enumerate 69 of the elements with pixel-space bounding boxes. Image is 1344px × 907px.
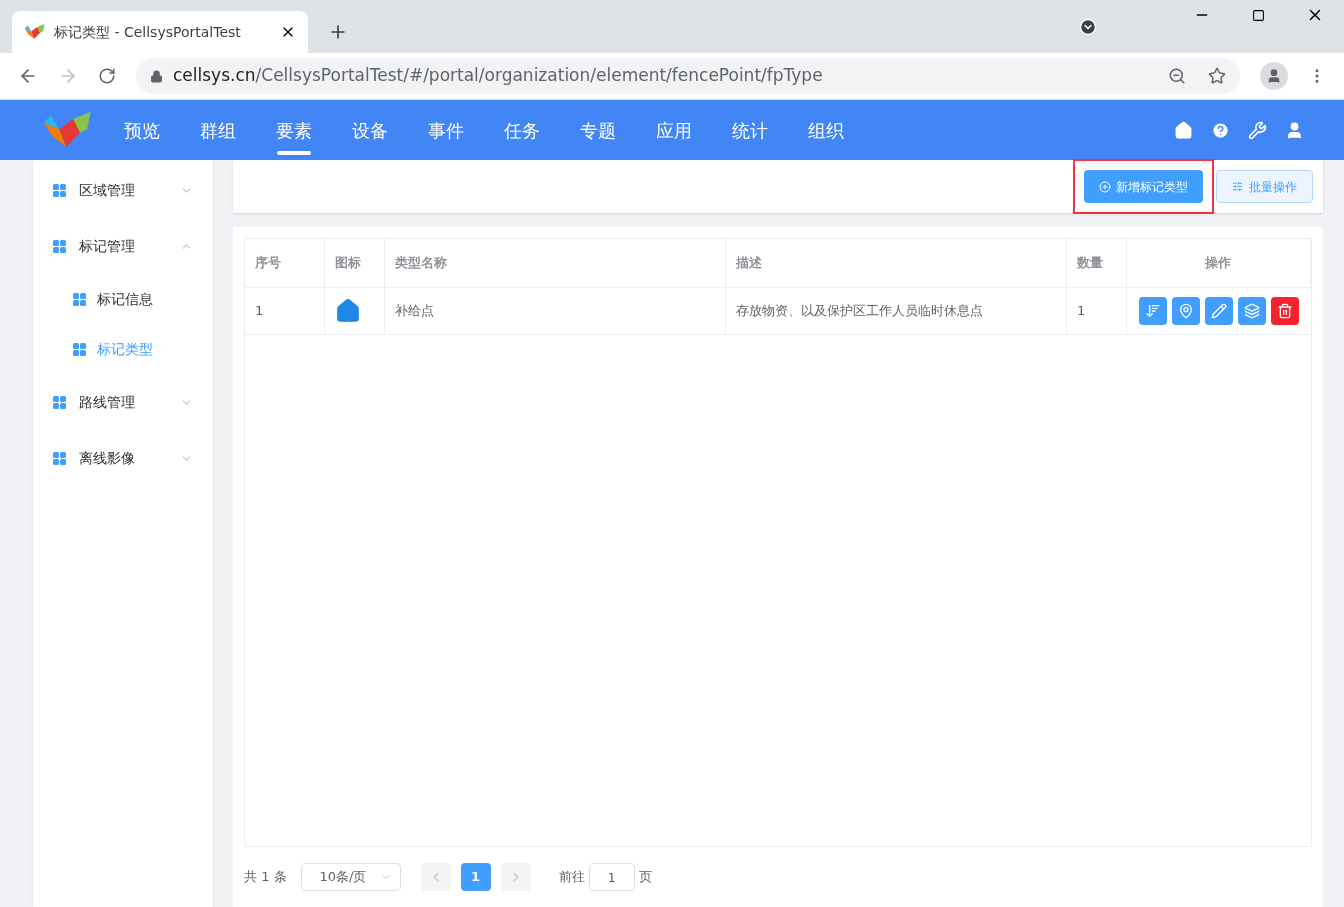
grid-icon (73, 292, 86, 306)
column-header: 序号 (245, 239, 325, 287)
sidebar-item[interactable]: 路线管理 (33, 374, 213, 430)
page-size-select[interactable]: 10条/页 (300, 863, 401, 891)
nav-tab[interactable]: 组织 (788, 100, 864, 160)
goto-page-input[interactable]: 1 (588, 863, 635, 891)
sidebar-item[interactable]: 区域管理 (33, 162, 213, 218)
column-header: 数量 (1066, 239, 1127, 287)
layers-icon (1243, 302, 1260, 319)
table-cell: 1 (1066, 287, 1127, 334)
nav-tab[interactable]: 任务 (484, 100, 560, 160)
sidebar-subitem[interactable]: 标记信息 (33, 274, 213, 324)
user-icon[interactable] (1285, 120, 1304, 140)
map-pin-button[interactable] (1171, 296, 1200, 325)
maximize-icon[interactable] (1252, 8, 1265, 22)
bookmark-star-icon[interactable] (1208, 67, 1226, 85)
goto-suffix: 页 (638, 868, 652, 887)
grid-icon (53, 239, 66, 253)
column-header: 图标 (324, 239, 385, 287)
delete-button[interactable] (1270, 296, 1299, 325)
sort-button[interactable] (1138, 296, 1167, 325)
plus-circle-icon (1099, 180, 1111, 193)
grid-icon (53, 451, 66, 465)
sidebar-subitem[interactable]: 标记类型 (33, 324, 213, 374)
layers-button[interactable] (1237, 296, 1266, 325)
grid-icon (53, 183, 66, 197)
nav-tab[interactable]: 预览 (104, 100, 180, 160)
lock-icon (150, 69, 163, 83)
column-header: 描述 (725, 239, 1067, 287)
total-count: 共 1 条 (244, 868, 287, 887)
nav-tab[interactable]: 要素 (256, 100, 332, 160)
house-icon (335, 297, 362, 324)
sort-icon (1144, 302, 1161, 319)
sidebar-item[interactable]: 标记管理 (33, 218, 213, 274)
sidebar-item[interactable]: 离线影像 (33, 430, 213, 486)
profile-avatar[interactable] (1260, 62, 1288, 90)
batch-button[interactable]: 批量操作 (1216, 170, 1313, 203)
home-icon[interactable] (1174, 120, 1193, 140)
sliders-icon (1232, 181, 1243, 192)
nav-tab[interactable]: 事件 (408, 100, 484, 160)
pencil-icon (1210, 302, 1227, 319)
page-button[interactable]: 1 (460, 863, 491, 891)
add-type-button[interactable]: 新增标记类型 (1084, 170, 1203, 203)
address-bar[interactable]: cellsys.cn/CellsysPortalTest/#/portal/organization/element/fencePoint/fpType (136, 58, 1240, 94)
reload-icon[interactable] (98, 67, 116, 85)
tools-icon[interactable] (1248, 120, 1267, 140)
nav-tab[interactable]: 专题 (560, 100, 636, 160)
browser-tab[interactable]: 标记类型 - CellsysPortalTest (12, 11, 308, 53)
column-header: 操作 (1126, 239, 1311, 287)
nav-tab[interactable]: 设备 (332, 100, 408, 160)
help-icon[interactable] (1211, 120, 1230, 140)
table-cell: 补给点 (384, 287, 726, 334)
table-cell: 存放物资、以及保护区工作人员临时休息点 (725, 287, 1067, 334)
nav-tab[interactable]: 统计 (712, 100, 788, 160)
grid-icon (73, 342, 86, 356)
tab-search-icon[interactable] (1079, 18, 1097, 36)
grid-icon (53, 395, 66, 409)
trash-icon (1276, 302, 1293, 319)
zoom-icon[interactable] (1168, 67, 1186, 85)
column-header: 类型名称 (384, 239, 726, 287)
table-cell: 1 (245, 287, 325, 334)
nav-tab[interactable]: 应用 (636, 100, 712, 160)
map-pin-icon (1177, 302, 1194, 319)
edit-button[interactable] (1204, 296, 1233, 325)
goto-label: 前往 (558, 868, 585, 887)
tab-title: 标记类型 - CellsysPortalTest (54, 22, 242, 42)
logo-icon (24, 24, 46, 40)
nav-tab[interactable]: 群组 (180, 100, 256, 160)
url-text: cellsys.cn/CellsysPortalTest/#/portal/organization/element/fencePoint/fpType (173, 64, 824, 88)
